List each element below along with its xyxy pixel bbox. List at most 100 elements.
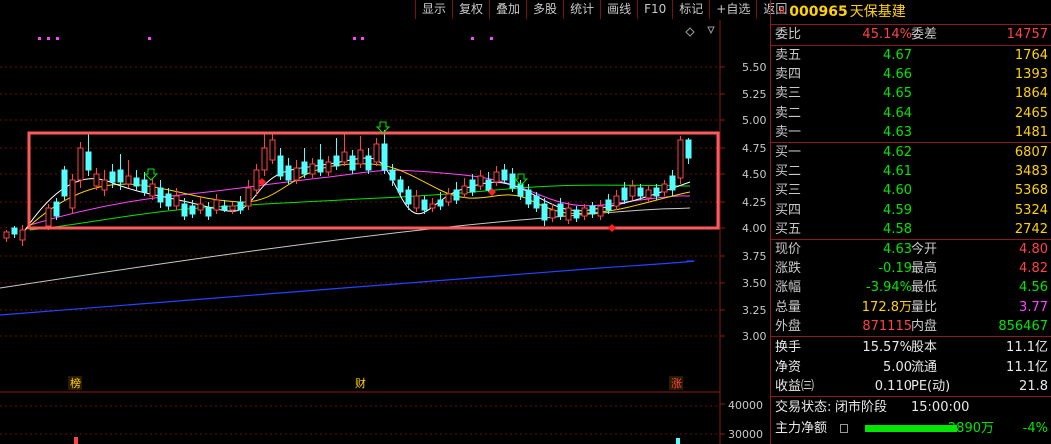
candle[interactable] — [437, 199, 444, 207]
candle[interactable] — [373, 143, 380, 163]
candle[interactable] — [597, 205, 604, 217]
candle[interactable] — [517, 183, 524, 197]
candle[interactable] — [405, 189, 412, 205]
candle[interactable] — [309, 163, 316, 175]
candle[interactable] — [509, 173, 516, 189]
trade-time: 15:00:00 — [911, 400, 970, 415]
candle[interactable] — [229, 205, 236, 211]
candle[interactable] — [677, 139, 684, 179]
candle[interactable] — [53, 201, 60, 217]
candle[interactable] — [357, 149, 364, 165]
candle[interactable] — [269, 139, 276, 161]
candle[interactable] — [453, 189, 460, 201]
candle[interactable] — [533, 195, 540, 209]
document-icon[interactable] — [840, 424, 848, 433]
candle[interactable] — [45, 207, 52, 227]
toolbar-draw-line-button[interactable]: 画线 — [600, 0, 637, 19]
candle[interactable] — [133, 177, 140, 187]
toolbar-mark-button[interactable]: 标记 — [672, 0, 709, 19]
candle[interactable] — [101, 179, 108, 191]
kline-chart-panel[interactable]: 5.50 5.25 5.00 4.75 4.50 4.25 4.00 3.75 3.50 3.25… — [0, 20, 770, 444]
candle[interactable] — [325, 161, 332, 173]
candle[interactable] — [613, 195, 620, 207]
candle[interactable] — [485, 179, 492, 191]
candle[interactable] — [173, 195, 180, 207]
candle[interactable] — [669, 175, 676, 191]
candle[interactable] — [661, 183, 668, 193]
candle[interactable] — [93, 173, 100, 187]
candle[interactable] — [149, 183, 156, 197]
candle[interactable] — [285, 165, 292, 181]
candle[interactable] — [621, 187, 628, 201]
candle[interactable] — [125, 175, 132, 185]
candle[interactable] — [237, 201, 244, 211]
candle[interactable] — [261, 147, 268, 171]
candle[interactable] — [365, 155, 372, 171]
candle[interactable] — [197, 203, 204, 211]
candle[interactable] — [165, 193, 172, 207]
candle[interactable] — [301, 161, 308, 175]
candle[interactable] — [293, 167, 300, 181]
candle[interactable] — [581, 207, 588, 217]
candle[interactable] — [461, 185, 468, 195]
kline-chart[interactable]: 5.50 5.25 5.00 4.75 4.50 4.25 4.00 3.75 3.50 3.25… — [0, 20, 770, 444]
toolbar-overlay-button[interactable]: 叠加 — [489, 0, 526, 19]
candle[interactable] — [413, 195, 420, 209]
candle[interactable] — [3, 231, 10, 239]
candle[interactable] — [429, 203, 436, 209]
toolbar-add-watchlist-button[interactable]: +自选 — [709, 0, 756, 19]
candle[interactable] — [141, 179, 148, 193]
candle[interactable] — [333, 155, 340, 167]
candle[interactable] — [653, 187, 660, 197]
toolbar-multi-stock-button[interactable]: 多股 — [526, 0, 563, 19]
candle[interactable] — [69, 179, 76, 209]
stock-name[interactable]: 天保基建 — [850, 4, 906, 20]
candle[interactable] — [389, 169, 396, 181]
candle[interactable] — [549, 209, 556, 219]
toolbar-display-button[interactable]: 显示 — [415, 0, 452, 19]
candle[interactable] — [501, 169, 508, 181]
candle[interactable] — [637, 187, 644, 197]
candle[interactable] — [117, 169, 124, 183]
candle[interactable] — [245, 187, 252, 207]
candle[interactable] — [109, 171, 116, 183]
candle[interactable] — [493, 171, 500, 183]
candle[interactable] — [565, 207, 572, 221]
candle[interactable] — [605, 199, 612, 211]
candle[interactable] — [469, 179, 476, 193]
candle[interactable] — [11, 227, 18, 235]
candle[interactable] — [397, 179, 404, 193]
candle[interactable] — [685, 139, 692, 159]
toolbar-adjust-button[interactable]: 复权 — [452, 0, 489, 19]
candle[interactable] — [341, 151, 348, 163]
candle[interactable] — [477, 175, 484, 187]
candle[interactable] — [421, 199, 428, 211]
candle[interactable] — [77, 147, 84, 181]
candle[interactable] — [629, 185, 636, 197]
candle[interactable] — [645, 189, 652, 199]
candle[interactable] — [85, 151, 92, 171]
candle[interactable] — [589, 205, 596, 215]
candle[interactable] — [573, 209, 580, 219]
candle[interactable] — [213, 199, 220, 211]
candle[interactable] — [189, 205, 196, 215]
stock-code[interactable]: 000965 — [789, 4, 847, 20]
candle[interactable] — [181, 203, 188, 217]
candle[interactable] — [445, 193, 452, 203]
candle[interactable] — [221, 205, 228, 211]
candle[interactable] — [349, 155, 356, 171]
candle[interactable] — [381, 143, 388, 171]
candle[interactable] — [557, 203, 564, 217]
candle[interactable] — [317, 159, 324, 173]
toolbar-stats-button[interactable]: 统计 — [563, 0, 600, 19]
candle[interactable] — [61, 169, 68, 197]
candle[interactable] — [541, 203, 548, 221]
candle[interactable] — [277, 155, 284, 177]
candle[interactable] — [19, 229, 26, 241]
candle[interactable] — [157, 187, 164, 203]
candle[interactable] — [253, 169, 260, 191]
candle[interactable] — [525, 189, 532, 205]
candle[interactable] — [205, 207, 212, 217]
toolbar-f10-button[interactable]: F10 — [637, 0, 672, 19]
bid-price: 4.61 — [883, 164, 912, 180]
